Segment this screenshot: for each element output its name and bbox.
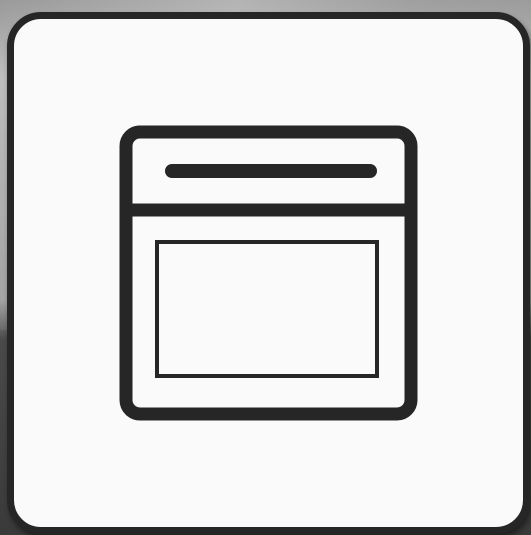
oven-window [155, 240, 379, 378]
oven-icon-tile [7, 12, 530, 534]
oven-icon [119, 125, 418, 421]
